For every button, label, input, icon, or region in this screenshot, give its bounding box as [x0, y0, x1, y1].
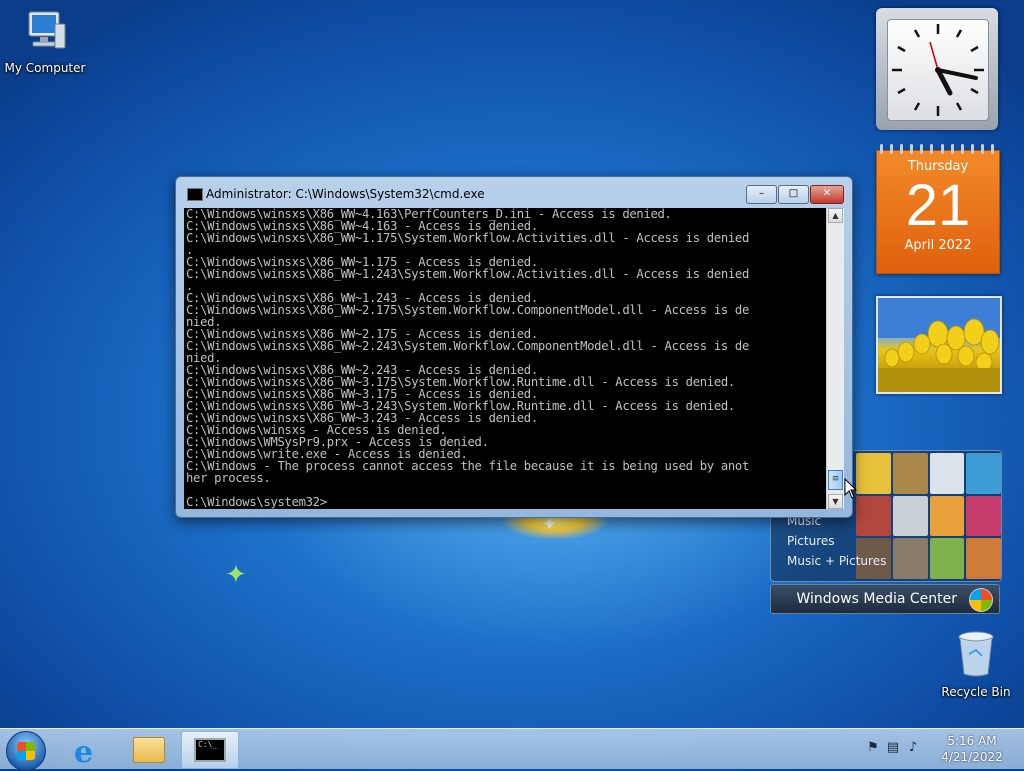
console-text: C:\Windows\winsxs\X86_WW~4.163\PerfCount…: [186, 208, 750, 509]
slideshow-gadget[interactable]: [876, 296, 1002, 394]
minimize-button[interactable]: –: [746, 185, 777, 204]
media-center-banner[interactable]: Windows Media Center: [770, 584, 1000, 614]
computer-icon: [0, 10, 90, 57]
volume-icon[interactable]: ♪: [906, 741, 920, 755]
windows-logo-icon: [969, 588, 993, 612]
media-item-music-pictures[interactable]: Music + Pictures: [787, 551, 886, 571]
windows-flag-icon: [17, 742, 35, 760]
my-computer-desktop-icon[interactable]: My Computer: [0, 10, 90, 75]
mouse-cursor-icon: [844, 477, 858, 504]
start-button[interactable]: [6, 731, 46, 771]
console-scrollbar[interactable]: ▲ ≡ ▼: [826, 208, 844, 509]
recycle-bin-label: Recycle Bin: [941, 685, 1011, 699]
calendar-gadget[interactable]: Thursday 21 April 2022: [876, 144, 1000, 274]
scroll-thumb[interactable]: ≡: [828, 470, 843, 490]
recycle-bin-desktop-icon[interactable]: Recycle Bin: [936, 630, 1016, 699]
maximize-button[interactable]: □: [778, 185, 809, 204]
calendar-day: 21: [905, 173, 971, 238]
taskbar-cmd[interactable]: C:\_: [181, 731, 239, 769]
calendar-month: April 2022: [904, 238, 972, 253]
calendar-rings: [876, 144, 998, 154]
folder-icon: [133, 737, 165, 763]
console-output[interactable]: C:\Windows\winsxs\X86_WW~4.163\PerfCount…: [184, 208, 826, 509]
media-menu: Music Pictures Music + Pictures: [787, 511, 886, 571]
taskbar-clock[interactable]: 5:16 AM 4/21/2022: [932, 733, 1012, 765]
wallpaper-leaf: ✦: [225, 560, 247, 590]
clock-date: 4/21/2022: [941, 750, 1003, 764]
cmd-window[interactable]: Administrator: C:\Windows\System32\cmd.e…: [175, 176, 853, 518]
taskbar-windows-explorer[interactable]: [120, 731, 176, 767]
clock-gadget[interactable]: [876, 8, 998, 130]
cmd-titlebar[interactable]: Administrator: C:\Windows\System32\cmd.e…: [176, 177, 852, 207]
close-button[interactable]: ✕: [810, 185, 844, 204]
system-tray: ⚑ ▤ ♪ 5:16 AM 4/21/2022: [854, 729, 1024, 769]
clock-face: [887, 19, 989, 121]
media-item-pictures[interactable]: Pictures: [787, 531, 886, 551]
tulips-photo: [878, 298, 1000, 392]
cmd-window-icon: [187, 188, 203, 201]
recycle-bin-icon: [956, 630, 996, 681]
internet-explorer-icon: e: [74, 735, 94, 770]
my-computer-label: My Computer: [4, 61, 86, 75]
clock-time: 5:16 AM: [947, 734, 997, 748]
media-center-label: Windows Media Center: [796, 591, 957, 607]
taskbar: e C:\_ ⚑ ▤ ♪ 5:16 AM 4/21/2022: [0, 728, 1024, 771]
scroll-up-arrow-icon[interactable]: ▲: [828, 208, 843, 223]
cmd-icon: C:\_: [194, 738, 226, 762]
calendar-weekday: Thursday: [907, 159, 969, 174]
taskbar-internet-explorer[interactable]: e: [60, 731, 116, 770]
network-icon[interactable]: ▤: [886, 741, 900, 755]
calendar-sheet: Thursday 21 April 2022: [876, 150, 1000, 274]
cmd-window-title: Administrator: C:\Windows\System32\cmd.e…: [206, 187, 485, 201]
action-center-flag-icon[interactable]: ⚑: [866, 741, 880, 755]
scroll-down-arrow-icon[interactable]: ▼: [828, 494, 843, 509]
